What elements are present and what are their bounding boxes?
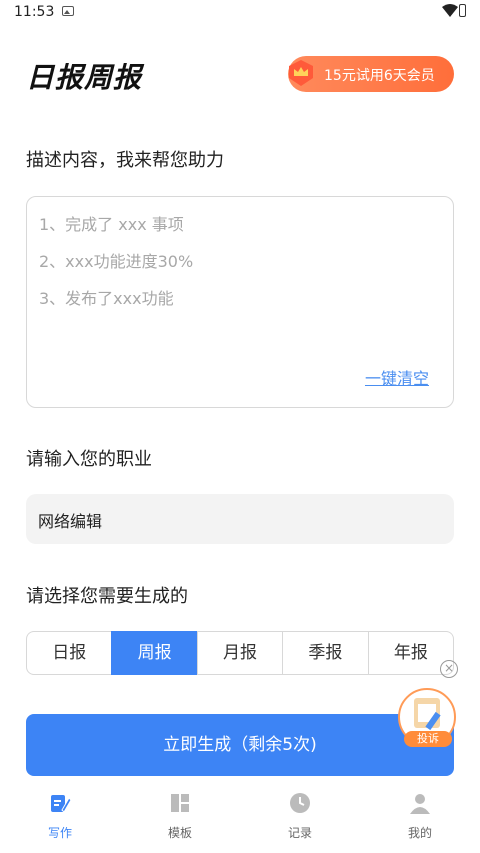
occupation-value: 网络编辑 xyxy=(38,512,103,531)
template-icon xyxy=(171,794,189,812)
tab-label: 我的 xyxy=(407,826,432,840)
occupation-input[interactable]: 网络编辑 xyxy=(26,494,454,544)
battery-icon xyxy=(459,4,466,17)
report-type-daily[interactable]: 日报 xyxy=(26,631,113,675)
description-textarea[interactable]: 1、完成了 xxx 事项 2、xxx功能进度30% 3、发布了xxx功能 一键清… xyxy=(26,196,454,408)
occupation-label: 请输入您的职业 xyxy=(26,449,152,470)
tab-label: 写作 xyxy=(47,826,72,840)
tab-records[interactable]: 记录 xyxy=(260,792,340,841)
edit-icon xyxy=(51,795,72,813)
tab-label: 模板 xyxy=(167,826,192,840)
report-type-quarterly[interactable]: 季报 xyxy=(282,631,369,675)
report-type-weekly[interactable]: 周报 xyxy=(111,631,198,675)
report-type-selector: 日报 周报 月报 季报 年报 xyxy=(26,631,455,675)
describe-label: 描述内容，我来帮您助力 xyxy=(26,150,224,171)
wifi-icon xyxy=(442,4,458,17)
vip-badge-text: 15元试用6天会员 xyxy=(324,68,435,84)
placeholder-line: 1、完成了 xxx 事项 xyxy=(39,215,184,234)
tab-label: 记录 xyxy=(287,826,312,840)
status-time: 11:53 xyxy=(14,4,55,20)
clock-icon xyxy=(290,793,310,813)
bottom-tabbar: 写作 模板 记录 我的 xyxy=(0,780,480,853)
placeholder-line: 2、xxx功能进度30% xyxy=(39,252,194,271)
tab-templates[interactable]: 模板 xyxy=(140,792,220,841)
vip-trial-badge[interactable]: 15元试用6天会员 xyxy=(288,56,454,92)
complaint-label[interactable]: 投诉 xyxy=(404,731,452,747)
image-notification-icon xyxy=(62,6,74,16)
user-icon xyxy=(410,794,430,814)
status-bar: 11:53 xyxy=(0,0,480,26)
placeholder-line: 3、发布了xxx功能 xyxy=(39,289,174,308)
report-type-label: 请选择您需要生成的 xyxy=(26,586,188,607)
crown-icon xyxy=(289,60,313,86)
report-type-monthly[interactable]: 月报 xyxy=(196,631,284,675)
app-title: 日报周报 xyxy=(26,61,143,94)
generate-button[interactable]: 立即生成（剩余5次) xyxy=(26,714,454,776)
clear-all-link[interactable]: 一键清空 xyxy=(365,365,429,389)
tab-mine[interactable]: 我的 xyxy=(380,792,460,841)
close-icon[interactable]: × xyxy=(440,660,458,678)
tab-write[interactable]: 写作 xyxy=(20,792,100,841)
